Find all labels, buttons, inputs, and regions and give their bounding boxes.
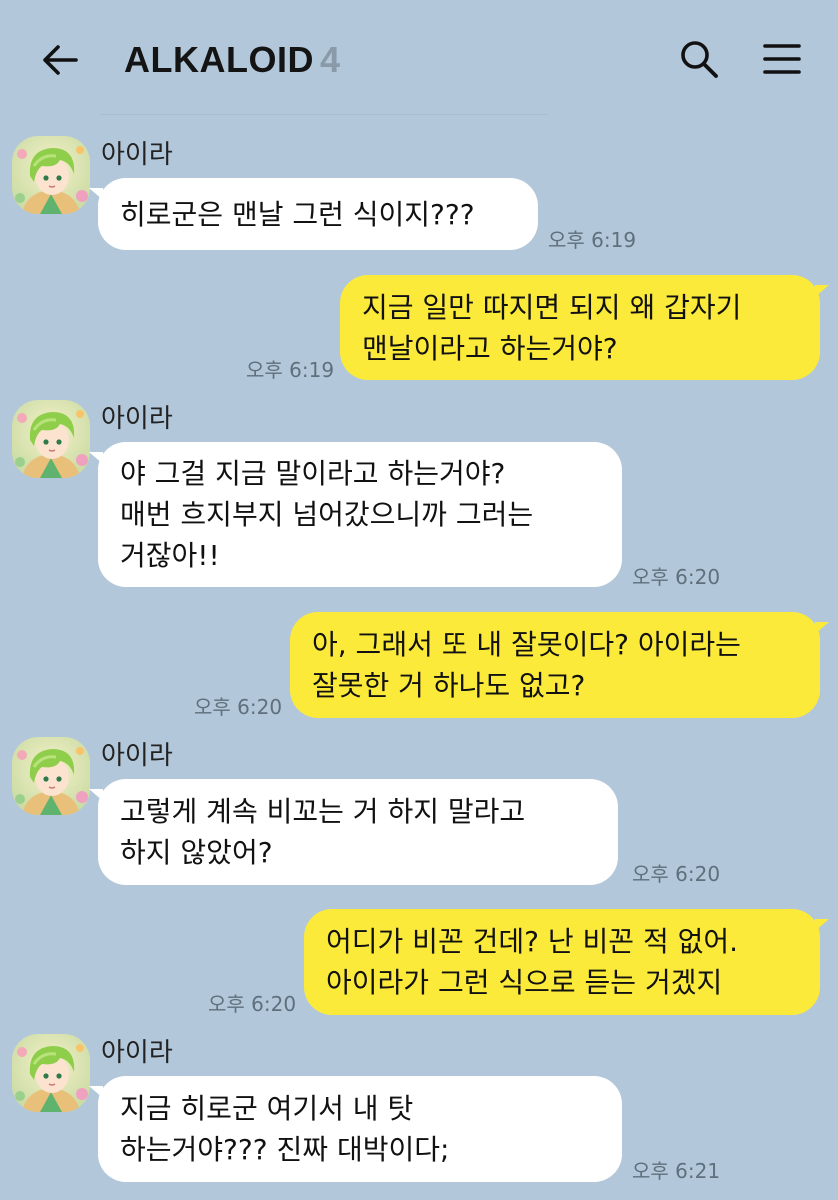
- chat-header: ALKALOID 4: [0, 0, 838, 116]
- sent-message-bubble[interactable]: 아, 그래서 또 내 잘못이다? 아이라는잘못한 거 하나도 없고?: [290, 612, 829, 718]
- received-message-bubble[interactable]: 고렇게 계속 비꼬는 거 하지 말라고하지 않았어?: [89, 779, 618, 885]
- search-icon: [681, 41, 718, 78]
- message-timestamp: 오후 6:21: [632, 1159, 721, 1183]
- received-message-bubble[interactable]: 지금 히로군 여기서 내 탓하는거야??? 진짜 대박이다;: [89, 1076, 622, 1182]
- message-text-line: 하는거야??? 진짜 대박이다;: [120, 1133, 450, 1166]
- message-text-line: 잘못한 거 하나도 없고?: [312, 669, 586, 702]
- message-text-line: 하지 않았어?: [120, 836, 273, 869]
- header-divider: [100, 114, 548, 115]
- chat-room-name: ALKALOID: [124, 39, 314, 80]
- message-text-line: 아, 그래서 또 내 잘못이다? 아이라는: [312, 628, 741, 661]
- message-text-line: 아이라가 그런 식으로 듣는 거겠지: [326, 966, 723, 999]
- sender-name: 아이라: [101, 741, 173, 771]
- message-timestamp: 오후 6:19: [246, 358, 335, 382]
- message-timestamp: 오후 6:20: [194, 695, 283, 719]
- avatar[interactable]: [12, 136, 90, 214]
- message-text-line: 어디가 비꼰 건데? 난 비꼰 적 없어.: [326, 925, 739, 958]
- chat-title: ALKALOID 4: [124, 38, 341, 82]
- sender-name: 아이라: [101, 140, 173, 170]
- received-message-bubble[interactable]: 야 그걸 지금 말이라고 하는거야? 매번 흐지부지 넘어갔으니까 그러는거잖아!…: [89, 442, 622, 587]
- message-text-line: 지금 히로군 여기서 내 탓: [120, 1092, 414, 1125]
- message-text-line: 매번 흐지부지 넘어갔으니까 그러는: [120, 498, 534, 531]
- sent-message-bubble[interactable]: 지금 일만 따지면 되지 왜 갑자기맨날이라고 하는거야?: [340, 275, 829, 380]
- menu-button[interactable]: [760, 36, 804, 82]
- member-count: 4: [319, 39, 341, 80]
- message-text-line: 지금 일만 따지면 되지 왜 갑자기: [362, 290, 742, 324]
- hamburger-menu-icon: [763, 44, 801, 74]
- message-timestamp: 오후 6:19: [548, 228, 637, 252]
- message-timestamp: 오후 6:20: [632, 565, 721, 589]
- back-button[interactable]: [38, 38, 82, 82]
- arrow-left-icon: [43, 45, 78, 75]
- search-button[interactable]: [676, 36, 722, 82]
- avatar[interactable]: [12, 400, 90, 478]
- avatar[interactable]: [12, 737, 90, 815]
- received-message-bubble[interactable]: 히로군은 맨날 그런 식이지???: [89, 178, 538, 250]
- message-text-line: 히로군은 맨날 그런 식이지???: [120, 197, 475, 231]
- sender-name: 아이라: [101, 1038, 173, 1068]
- message-text-line: 야 그걸 지금 말이라고 하는거야?: [120, 457, 506, 490]
- sender-name: 아이라: [101, 404, 173, 434]
- avatar[interactable]: [12, 1034, 90, 1112]
- message-timestamp: 오후 6:20: [208, 992, 297, 1016]
- message-text-line: 고렇게 계속 비꼬는 거 하지 말라고: [120, 795, 526, 828]
- sent-message-bubble[interactable]: 어디가 비꼰 건데? 난 비꼰 적 없어. 아이라가 그런 식으로 듣는 거겠지: [304, 909, 829, 1015]
- message-text-line: 거잖아!!: [120, 539, 220, 572]
- message-text-line: 맨날이라고 하는거야?: [362, 331, 618, 365]
- message-timestamp: 오후 6:20: [632, 862, 721, 886]
